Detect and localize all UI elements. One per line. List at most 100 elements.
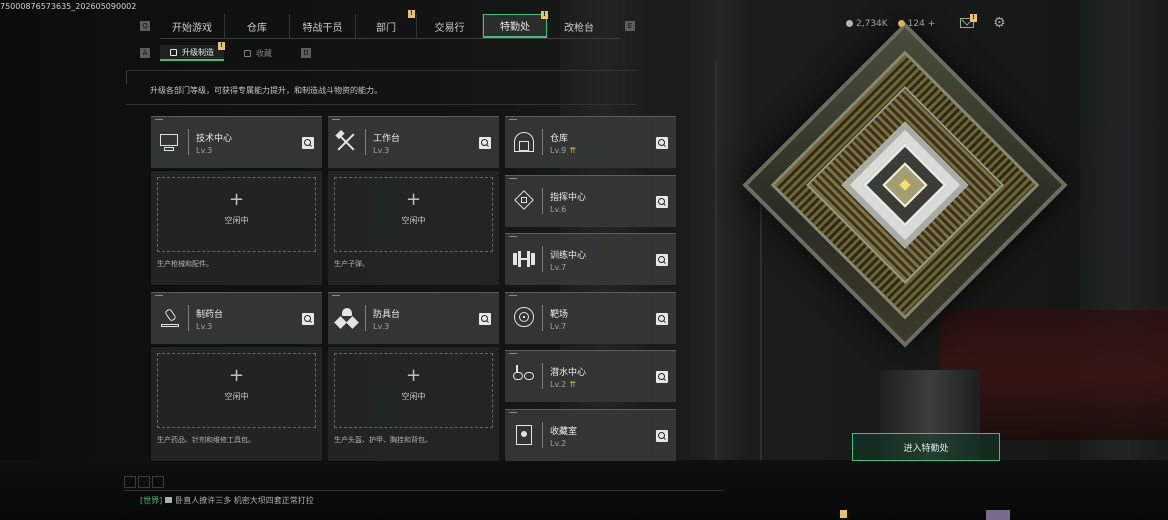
- tech-center-icon: [158, 131, 182, 153]
- upgrade-available-icon: ⇈: [569, 380, 576, 389]
- frame-line: [126, 70, 127, 84]
- warehouse-icon: [512, 131, 536, 153]
- department-level: Lv.7: [550, 322, 567, 331]
- department-level: Lv.2 ⇈: [550, 380, 576, 389]
- main-nav: 开始游戏 仓库 特战干员 部门! 交易行 特勤处! 改枪台: [160, 10, 611, 38]
- production-slot-pharmacy[interactable]: + 空闲中 生产药品、针剂和维修工具包。: [151, 347, 322, 461]
- slot-description: 生产药品、针剂和维修工具包。: [157, 436, 255, 444]
- top-bar: 75000876573635_202605090002 Q 开始游戏 仓库 特战…: [0, 0, 1168, 40]
- production-slot-armor-bench[interactable]: + 空闲中 生产头盔、护甲、胸挂和背包。: [328, 347, 499, 461]
- notification-badge: !: [408, 10, 415, 18]
- search-icon[interactable]: [656, 196, 668, 208]
- workbench-card-tech-center[interactable]: 技术中心 Lv.3: [151, 116, 322, 168]
- gear-icon[interactable]: ⚙: [993, 16, 1006, 30]
- notification-badge: [840, 510, 847, 518]
- department-level: Lv.7: [550, 263, 567, 272]
- collection-room-icon: [512, 424, 536, 446]
- nav-prev-key[interactable]: Q: [140, 21, 150, 31]
- chat-shortcut[interactable]: [138, 476, 150, 488]
- gold-currency[interactable]: 124 +: [897, 19, 936, 29]
- tab-warehouse[interactable]: 仓库: [225, 14, 290, 38]
- subtab-upgrade-manufacture[interactable]: 升级制造 !: [160, 42, 225, 61]
- workbench-level: Lv.3: [196, 322, 213, 331]
- workbench-card-workbench[interactable]: 工作台 Lv.3: [328, 116, 499, 168]
- enter-special-ops-button[interactable]: 进入特勤处: [852, 433, 1000, 461]
- chat-message: 卧直人撩许三多 机密大坝四套正常打拉: [175, 496, 314, 505]
- search-icon[interactable]: [656, 313, 668, 325]
- plus-icon: +: [405, 189, 422, 210]
- production-slot-tech-center[interactable]: + 空闲中 生产枪械和配件。: [151, 171, 322, 285]
- department-name: 靶场: [550, 310, 569, 320]
- chat-divider: [124, 490, 724, 491]
- tab-operators[interactable]: 特战干员: [290, 14, 356, 38]
- chat-shortcut[interactable]: [152, 476, 164, 488]
- search-icon[interactable]: [302, 137, 314, 149]
- armor-bench-icon: [334, 307, 359, 329]
- silver-currency: 2,734K: [846, 19, 888, 29]
- tab-start-game[interactable]: 开始游戏: [160, 14, 225, 38]
- department-card-training-center[interactable]: 训练中心 Lv.7: [505, 233, 676, 285]
- workbench-name: 防具台: [373, 310, 401, 320]
- workbench-name: 技术中心: [196, 134, 233, 144]
- production-slot-workbench[interactable]: + 空闲中 生产子弹。: [328, 171, 499, 285]
- department-level: Lv.6: [550, 205, 567, 214]
- gold-coin-icon: [897, 20, 905, 27]
- silver-coin-icon: [846, 20, 853, 27]
- special-ops-cube-model: [742, 22, 1068, 348]
- nav-next-key[interactable]: E: [625, 21, 635, 31]
- department-level: Lv.2: [550, 439, 567, 448]
- slot-status: 空闲中: [224, 392, 249, 401]
- collection-icon: [244, 49, 251, 57]
- dumbbell-icon: [512, 248, 536, 270]
- chat-channel: [世界]: [140, 496, 163, 505]
- chat-shortcut[interactable]: [124, 476, 136, 488]
- plus-icon: +: [405, 365, 422, 386]
- department-card-command-center[interactable]: 指挥中心 Lv.6: [505, 175, 676, 227]
- search-icon[interactable]: [302, 313, 314, 325]
- department-card-warehouse[interactable]: 仓库 Lv.9 ⇈: [505, 116, 676, 168]
- workbench-card-armor-bench[interactable]: 防具台 Lv.3: [328, 292, 499, 344]
- background-rail: [715, 60, 717, 480]
- workbench-name: 工作台: [373, 134, 401, 144]
- sub-tabs: 升级制造 ! 收藏: [160, 42, 282, 62]
- frame-line: [126, 104, 636, 105]
- chat-bar[interactable]: [世界] 卧直人撩许三多 机密大坝四套正常打拉: [140, 495, 314, 506]
- search-icon[interactable]: [656, 371, 668, 383]
- currency-display: 2,734K 124 +: [846, 19, 935, 29]
- department-card-shooting-range[interactable]: 靶场 Lv.7: [505, 292, 676, 344]
- search-icon[interactable]: [479, 313, 491, 325]
- tab-gunsmith[interactable]: 改枪台: [547, 14, 611, 38]
- department-name: 指挥中心: [550, 193, 587, 203]
- search-icon[interactable]: [656, 430, 668, 442]
- slot-description: 生产子弹。: [334, 260, 369, 268]
- search-icon[interactable]: [479, 137, 491, 149]
- department-name: 潜水中心: [550, 368, 587, 378]
- search-icon[interactable]: [656, 254, 668, 266]
- search-icon[interactable]: [656, 137, 668, 149]
- notification-badge: !: [970, 14, 977, 22]
- workbench-name: 制药台: [196, 310, 224, 320]
- department-name: 训练中心: [550, 251, 587, 261]
- session-watermark: 75000876573635_202605090002: [0, 2, 137, 11]
- tab-departments[interactable]: 部门!: [356, 10, 417, 38]
- page-description: 升级各部门等级，可获得专属能力提升，和制造战斗物资的能力。: [150, 86, 382, 95]
- frame-line: [126, 70, 636, 71]
- add-currency-button[interactable]: +: [928, 19, 936, 29]
- department-card-collection-room[interactable]: 收藏室 Lv.2: [505, 409, 676, 461]
- nav-divider: [160, 38, 620, 39]
- plus-icon: +: [228, 189, 245, 210]
- avatar[interactable]: [986, 510, 1010, 520]
- workbench-card-pharmacy[interactable]: 制药台 Lv.3: [151, 292, 322, 344]
- department-card-diving-center[interactable]: 潜水中心 Lv.2 ⇈: [505, 350, 676, 402]
- subtab-prev-key[interactable]: A: [140, 48, 150, 58]
- background-pillar: [1080, 0, 1168, 520]
- tab-special-ops[interactable]: 特勤处!: [483, 11, 548, 38]
- subtab-collection[interactable]: 收藏: [234, 45, 282, 61]
- subtab-next-key[interactable]: D: [301, 48, 311, 58]
- background-pillar: [690, 0, 750, 520]
- slot-status: 空闲中: [224, 216, 249, 225]
- workbench-level: Lv.3: [196, 146, 213, 155]
- tab-trading[interactable]: 交易行: [417, 14, 483, 38]
- department-name: 仓库: [550, 134, 569, 144]
- workbench-level: Lv.3: [373, 322, 390, 331]
